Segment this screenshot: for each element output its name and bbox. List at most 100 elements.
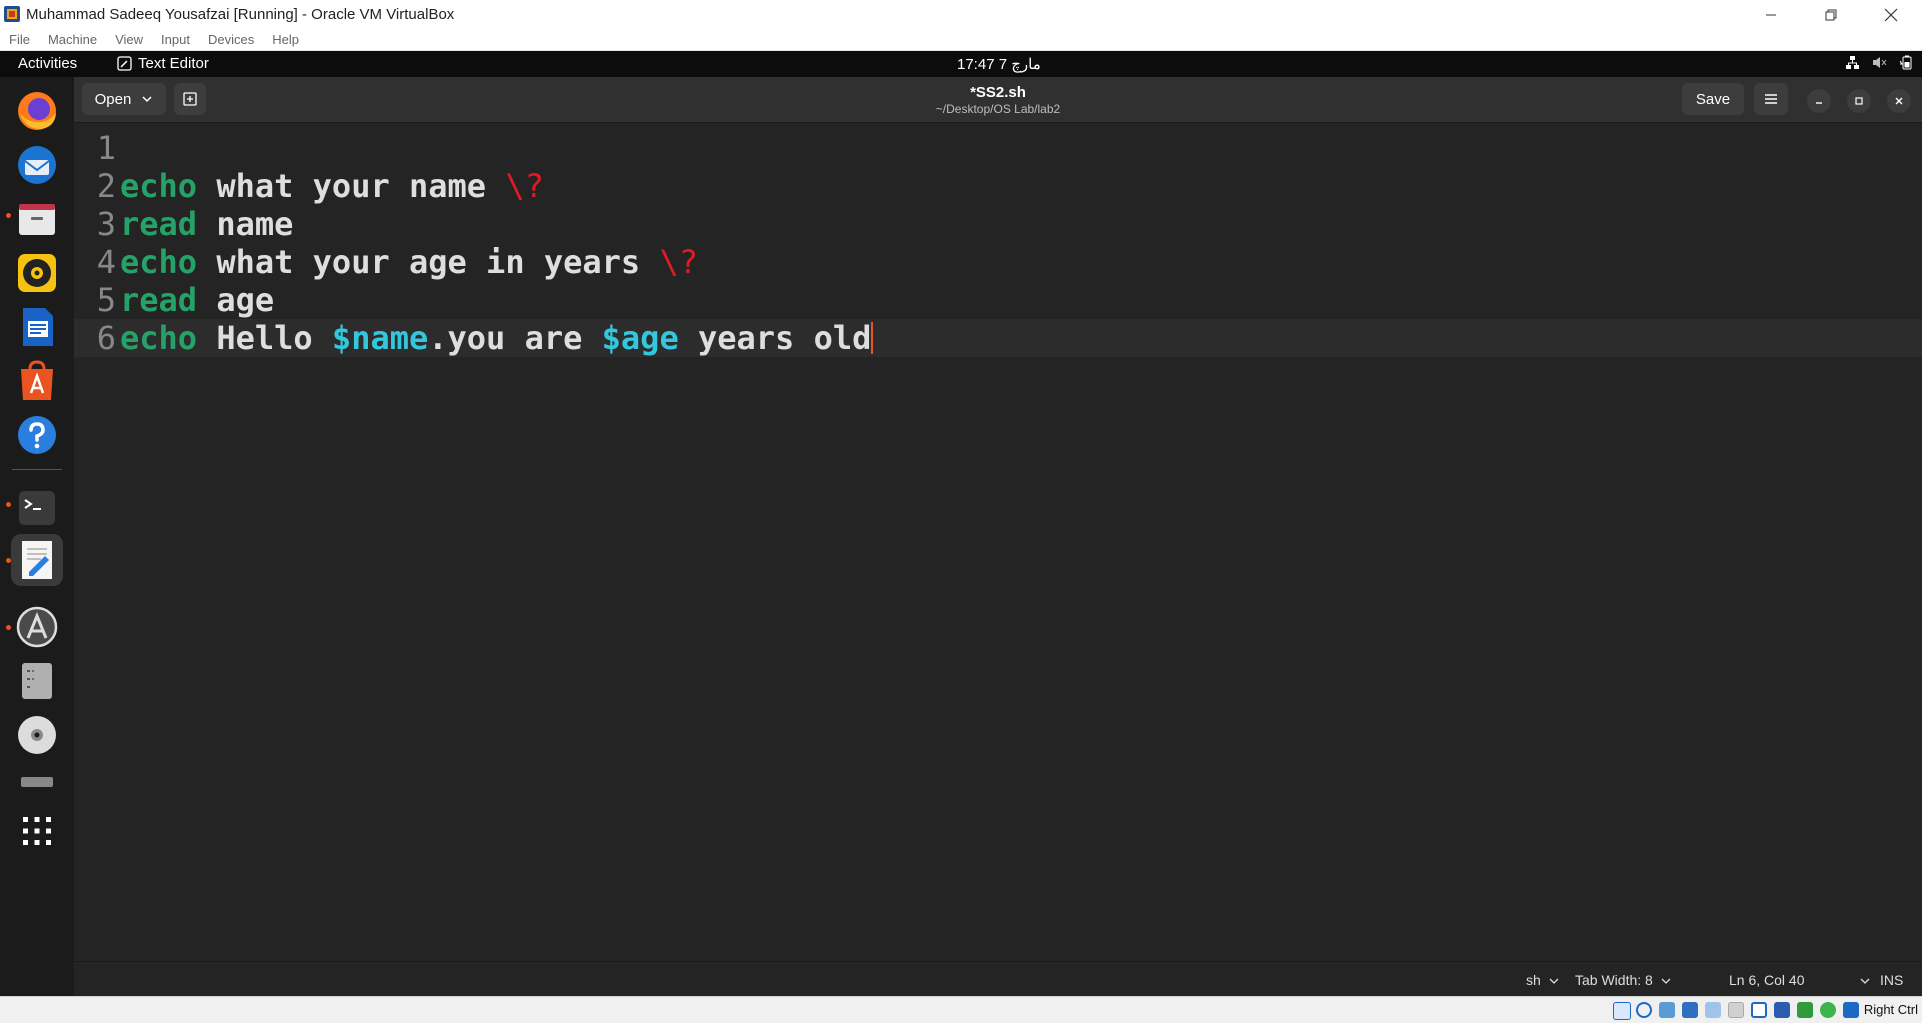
line-text: read age (120, 281, 274, 319)
video-capture-icon[interactable] (1774, 1002, 1790, 1018)
network-adapter-icon[interactable] (1682, 1002, 1698, 1018)
app-menu-label: Text Editor (138, 55, 209, 72)
dock-help[interactable] (11, 409, 63, 461)
dock-text-editor[interactable] (11, 534, 63, 586)
line-number: 5 (96, 281, 116, 319)
line-text: echo what your name \? (120, 167, 544, 205)
dock-firefox[interactable] (11, 85, 63, 137)
firefox-icon (18, 92, 56, 130)
menu-input[interactable]: Input (152, 32, 199, 47)
line-number: 1 (96, 129, 116, 167)
line-number: 3 (96, 205, 116, 243)
text-token: name (197, 205, 294, 243)
shared-folders-icon[interactable] (1728, 1002, 1744, 1018)
keyword-token: read (120, 205, 198, 243)
editor-header-bar: Open *SS2.sh ~/Desktop/OS Lab/lab2 Save (74, 77, 1922, 123)
text-editor-window: Open *SS2.sh ~/Desktop/OS Lab/lab2 Save (74, 77, 1922, 996)
text-token: age (197, 281, 275, 319)
keyword-token: echo (120, 319, 198, 357)
audio-icon[interactable] (1659, 1002, 1675, 1018)
terminal-icon (19, 491, 55, 525)
dock-files[interactable] (11, 193, 63, 245)
text-token: years old (678, 319, 872, 357)
restore-button[interactable] (1801, 0, 1861, 29)
dock-terminal[interactable] (11, 482, 63, 534)
host-status-bar: Right Ctrl (0, 996, 1922, 1023)
save-button[interactable]: Save (1682, 83, 1744, 115)
activities-button[interactable]: Activities (18, 55, 77, 72)
optical-disc-icon (18, 716, 56, 754)
host-title-bar: Muhammad Sadeeq Yousafzai [Running] - Or… (0, 0, 1922, 29)
dock-libreoffice-writer[interactable] (11, 301, 63, 353)
files-icon (19, 204, 55, 235)
escape-token: \? (505, 167, 544, 205)
text-cursor (871, 322, 874, 354)
main-menu-button[interactable] (1754, 83, 1788, 115)
dock-thunderbird[interactable] (11, 139, 63, 191)
dock-software-updater[interactable] (11, 601, 63, 653)
keyboard-capture-icon[interactable] (1843, 1002, 1859, 1018)
code-line[interactable]: 4 echo what your age in years \? (74, 243, 1922, 281)
close-icon (1895, 97, 1903, 105)
code-line[interactable]: 6 echo Hello $name.you are $age years old (74, 319, 1922, 357)
system-tray[interactable] (1845, 55, 1914, 70)
language-label: sh (1526, 972, 1541, 988)
code-view[interactable]: 1 2 echo what your name \? 3 read name 4 echo … (74, 123, 1922, 961)
line-text: read name (120, 205, 293, 243)
save-button-label: Save (1695, 90, 1731, 108)
dock-drive[interactable] (11, 773, 63, 787)
hard-disk-icon[interactable] (1613, 1002, 1631, 1020)
close-button[interactable] (1861, 0, 1921, 29)
minimize-icon (1816, 102, 1822, 104)
menu-devices[interactable]: Devices (199, 32, 263, 47)
keyword-token: echo (120, 167, 198, 205)
dock-show-apps[interactable] (11, 805, 63, 857)
software-updater-icon (16, 606, 58, 648)
menu-machine[interactable]: Machine (39, 32, 106, 47)
guest-additions-icon[interactable] (1797, 1002, 1813, 1018)
editor-maximize-button[interactable] (1847, 89, 1871, 113)
cursor-position-label: Ln 6, Col 40 (1729, 972, 1805, 988)
network-icon (1846, 56, 1859, 69)
minimize-button[interactable] (1741, 0, 1801, 29)
escape-token: \? (659, 243, 698, 281)
mouse-integration-icon[interactable] (1820, 1002, 1836, 1018)
editor-minimize-button[interactable] (1807, 89, 1831, 113)
code-line[interactable]: 5 read age (74, 281, 1922, 319)
dock-rhythmbox[interactable] (11, 247, 63, 299)
keyword-token: read (120, 281, 198, 319)
optical-drive-icon[interactable] (1636, 1002, 1652, 1018)
menu-file[interactable]: File (0, 32, 39, 47)
line-text: echo Hello $name.you are $age years old (120, 319, 874, 357)
menu-help[interactable]: Help (263, 32, 308, 47)
line-text: echo what your age in years \? (120, 243, 698, 281)
code-line[interactable]: 1 (74, 129, 1922, 167)
dock-app-center[interactable] (11, 355, 63, 407)
clock[interactable]: 17:47 7 مارچ (957, 55, 1041, 73)
language-selector[interactable]: sh (1526, 972, 1559, 988)
insert-mode-indicator[interactable]: INS (1880, 972, 1903, 988)
code-line[interactable]: 2 echo what your name \? (74, 167, 1922, 205)
menu-view[interactable]: View (106, 32, 152, 47)
dock-disk[interactable] (11, 655, 63, 707)
hamburger-menu-icon (1765, 94, 1777, 104)
chevron-down-icon (1549, 978, 1559, 984)
cursor-position-selector[interactable]: Ln 6, Col 40 (1729, 972, 1870, 988)
tab-width-selector[interactable]: Tab Width: 8 (1575, 972, 1671, 988)
thunderbird-icon (18, 146, 56, 184)
tab-width-label: Tab Width: 8 (1575, 972, 1653, 988)
restore-icon (1855, 97, 1863, 105)
editor-close-button[interactable] (1887, 89, 1911, 113)
display-icon[interactable] (1751, 1002, 1767, 1018)
code-line[interactable]: 3 read name (74, 205, 1922, 243)
restore-icon (1825, 9, 1837, 20)
line-number: 4 (96, 243, 116, 281)
dock-optical-disc[interactable] (11, 709, 63, 761)
writer-icon (23, 308, 53, 346)
app-menu[interactable]: Text Editor (117, 55, 209, 72)
document-path: ~/Desktop/OS Lab/lab2 (935, 102, 1061, 116)
text-token: Hello (197, 319, 332, 357)
help-icon (18, 416, 56, 454)
usb-icon[interactable] (1705, 1002, 1721, 1018)
text-token: what your age in years (197, 243, 660, 281)
